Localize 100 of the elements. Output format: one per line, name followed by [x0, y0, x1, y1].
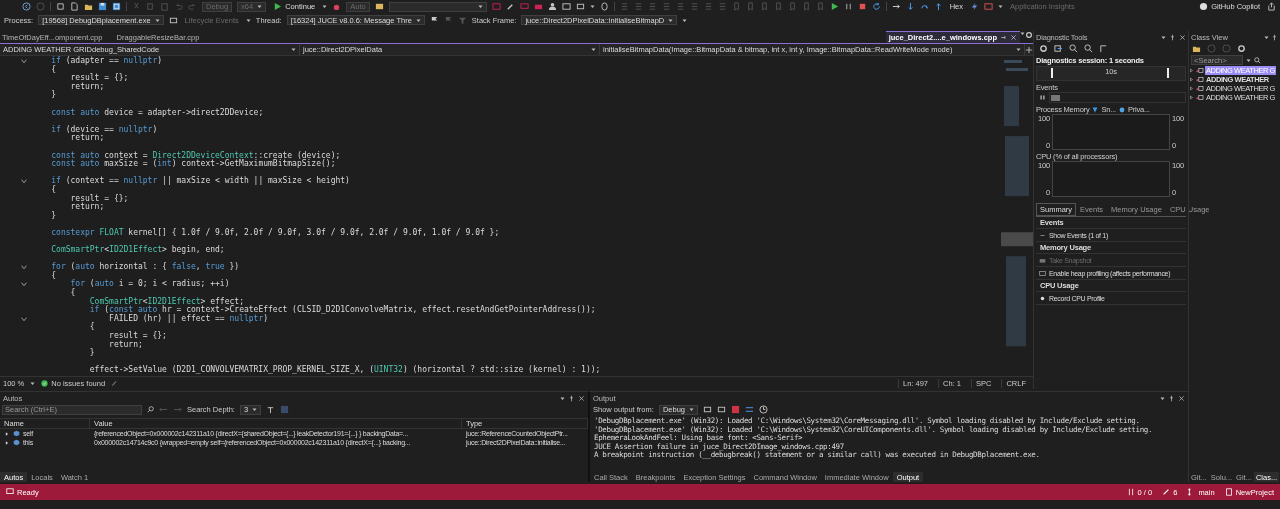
code-line: return; — [70, 134, 105, 143]
back-icon[interactable] — [22, 2, 31, 11]
code-line: return; — [69, 82, 105, 92]
clock-icon[interactable] — [759, 405, 768, 415]
fold-icon[interactable] — [21, 316, 27, 322]
caret-icon[interactable] — [252, 407, 258, 413]
repository-icon — [1224, 488, 1233, 496]
bug-icon[interactable] — [599, 2, 609, 11]
project-icon — [1195, 67, 1204, 74]
code-line: { — [88, 323, 95, 332]
code-line: if (device == nullptr) — [50, 125, 158, 134]
code-line: const auto maxSize = (int) context->GetMaximumBitmapSize(); — [50, 160, 336, 169]
code-line: for (auto i = 0; i < radius; ++i) — [69, 280, 230, 289]
step-over-icon[interactable] — [891, 2, 901, 11]
caret-icon[interactable] — [998, 4, 1003, 9]
caret-icon[interactable] — [415, 17, 421, 23]
continue-icon[interactable] — [829, 2, 839, 11]
toggle-icon[interactable] — [745, 405, 754, 415]
caret-icon[interactable] — [1264, 34, 1269, 40]
caret-icon[interactable] — [1246, 57, 1251, 63]
code-line: return; — [108, 340, 143, 350]
code-line: FAILED (hr) || effect == nullptr) — [108, 314, 269, 324]
close-icon[interactable] — [578, 394, 585, 402]
zoom-out-icon[interactable] — [1084, 44, 1093, 53]
toolbox-icon[interactable] — [533, 2, 543, 11]
zoom-in-icon[interactable] — [1069, 44, 1078, 53]
search-icon[interactable] — [147, 406, 154, 414]
caret-icon[interactable] — [477, 4, 483, 9]
caret-icon[interactable] — [668, 17, 674, 23]
code-line: result = {}; — [69, 74, 129, 83]
project-icon — [1195, 85, 1204, 92]
copilot-icon — [1199, 2, 1209, 11]
code-line: { — [50, 271, 57, 281]
caret-icon[interactable] — [589, 4, 595, 9]
browser-icon[interactable] — [374, 2, 384, 11]
pencil-icon — [1162, 488, 1171, 496]
circle-icon — [1118, 106, 1125, 113]
play-icon — [273, 2, 283, 11]
layout-icon[interactable] — [984, 2, 993, 11]
code-line: ComSmartPtr<ID2D1Effect> effect; — [88, 297, 244, 306]
code-line: result = {}; — [108, 332, 167, 340]
new-file-icon[interactable] — [70, 2, 79, 11]
caret-icon[interactable] — [591, 47, 596, 52]
code-line: for (auto horizontal : { false, true }) — [50, 263, 240, 272]
caret-icon[interactable] — [1161, 34, 1166, 40]
close-icon[interactable] — [1179, 33, 1186, 41]
caret-icon[interactable] — [1016, 47, 1021, 52]
settings-icon[interactable] — [1237, 44, 1246, 53]
pause-icon[interactable] — [843, 2, 853, 11]
step-back-icon[interactable] — [919, 2, 929, 11]
caret-icon[interactable] — [1160, 395, 1165, 401]
code-line: const auto context = Direct2DDeviceContext::create (device); — [50, 151, 341, 160]
tab-list-icon[interactable] — [1020, 31, 1025, 36]
caret-icon[interactable] — [245, 17, 251, 23]
reset-zoom-icon[interactable] — [1099, 44, 1108, 53]
share-icon[interactable] — [1267, 2, 1276, 11]
check-icon — [41, 379, 49, 387]
fold-icon[interactable] — [21, 282, 27, 288]
code-line: } — [88, 349, 95, 358]
overflow-icon[interactable] — [682, 17, 688, 23]
code-line: if (const auto hr = context->CreateEffect (CLSID_D2D1ConvolveMatrix, effect.resetAndGetPointerAddress()); — [88, 306, 596, 315]
fold-icon[interactable] — [21, 179, 27, 185]
code-line: result = {}; — [69, 194, 129, 203]
flame-icon[interactable] — [332, 2, 342, 11]
code-line: if (adapter == nullptr) — [50, 57, 163, 65]
restart-icon[interactable] — [871, 2, 881, 11]
search-icon[interactable] — [1254, 56, 1261, 64]
close-icon[interactable] — [1010, 34, 1017, 41]
save-icon[interactable] — [98, 2, 107, 11]
sync-icon — [1126, 488, 1135, 496]
save-all-icon[interactable] — [112, 2, 121, 11]
close-icon[interactable] — [1178, 394, 1185, 402]
caret-icon[interactable] — [154, 17, 160, 23]
window-icon[interactable] — [561, 2, 571, 11]
caret-icon[interactable] — [30, 380, 36, 386]
code-line: ComSmartPtr<ID2D1Effect> begin, end; — [50, 246, 225, 255]
code-line: } — [50, 211, 57, 221]
fold-icon[interactable] — [21, 58, 27, 64]
pause-icon[interactable] — [1039, 94, 1046, 101]
code-line: return; — [69, 203, 105, 212]
code-line: constexpr FLOAT kernel[] { 1.0f / 9.0f, 2.0f / 9.0f, 3.0f / 9.0f, 2.0f / 9.0f, 1.0f / 9.0f }; — [50, 228, 500, 238]
caret-icon[interactable] — [689, 407, 694, 413]
person-icon[interactable] — [547, 2, 557, 11]
code-line: const auto device = adapter->direct2DDevice; — [50, 108, 264, 118]
folder-icon[interactable] — [1192, 44, 1201, 53]
wrench-icon[interactable] — [505, 2, 515, 11]
code-line: { — [50, 65, 57, 75]
stop-icon[interactable] — [857, 2, 867, 11]
project-icon — [1195, 94, 1204, 101]
code-line: { — [69, 289, 76, 298]
caret-icon[interactable] — [560, 395, 565, 401]
caret-icon[interactable] — [322, 4, 328, 9]
brush-icon[interactable] — [111, 379, 119, 387]
export-icon[interactable] — [1054, 44, 1063, 53]
triangle-icon — [1092, 106, 1099, 113]
lightning-icon[interactable] — [970, 2, 979, 11]
add-icon[interactable] — [1025, 45, 1033, 54]
folder-icon[interactable] — [84, 2, 93, 11]
caret-icon[interactable] — [291, 47, 296, 52]
fold-icon[interactable] — [21, 265, 27, 271]
